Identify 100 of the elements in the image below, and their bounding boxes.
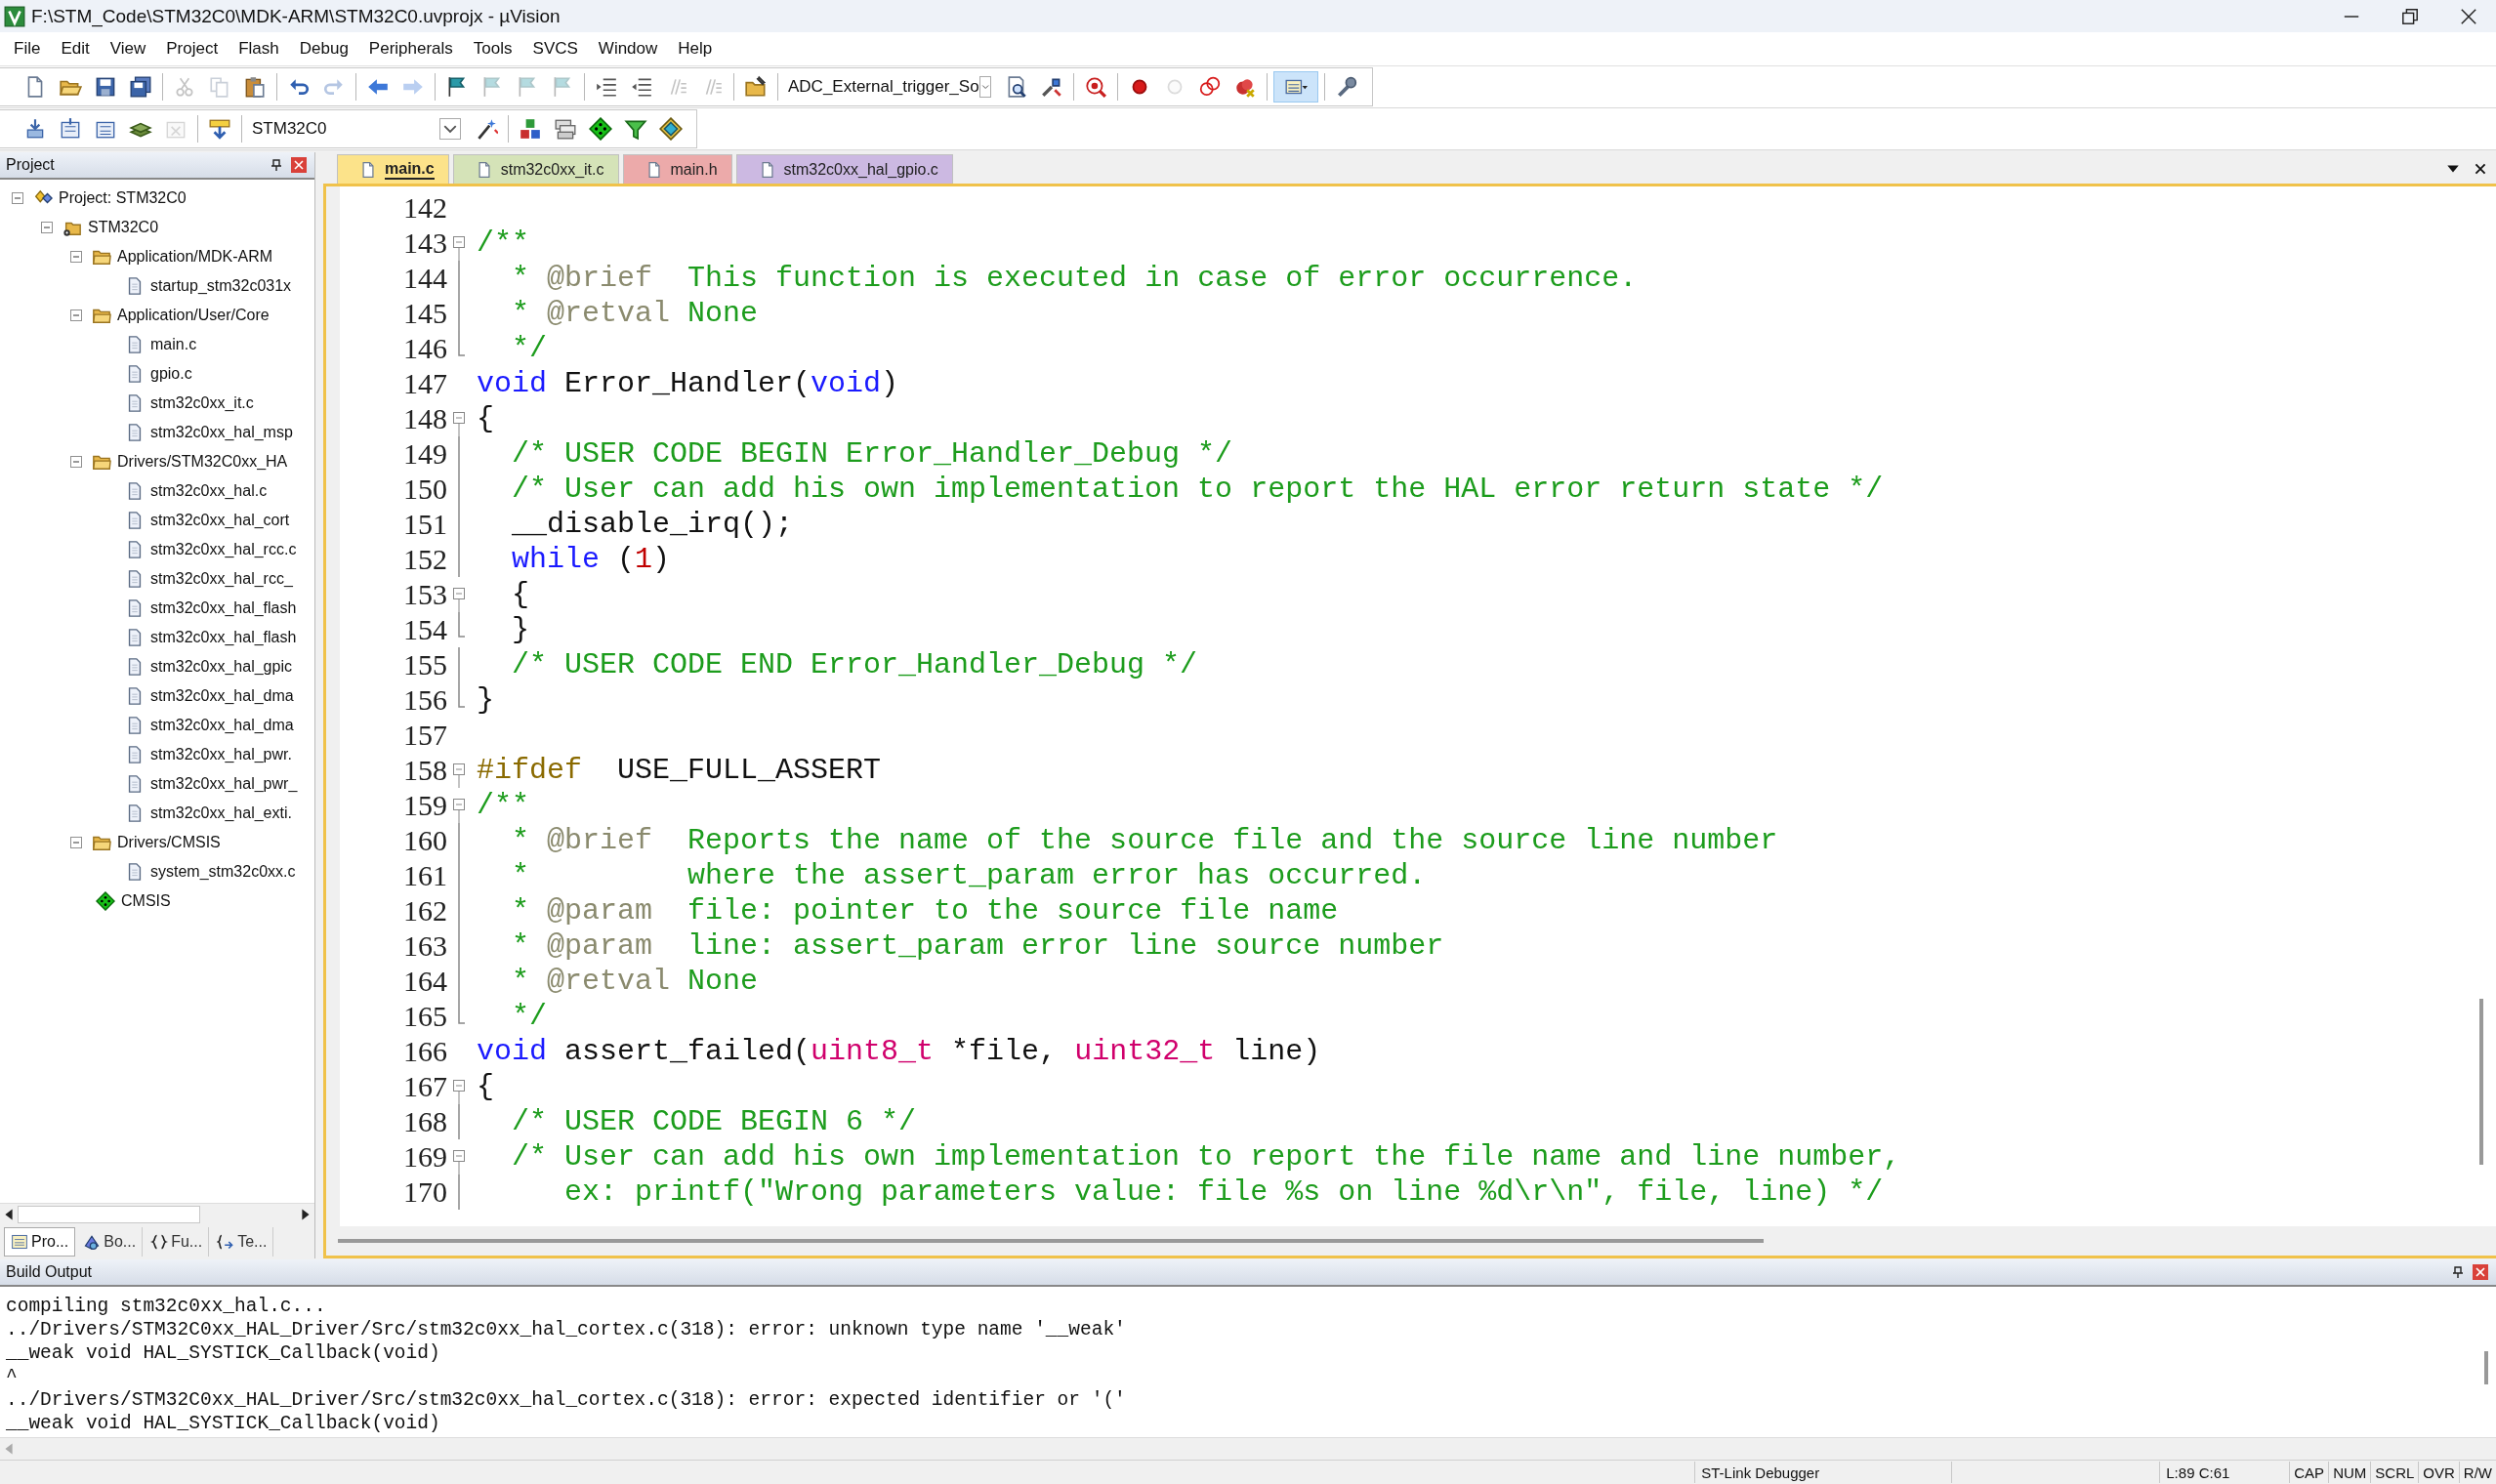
tree-item[interactable]: stm32c0xx_hal_dma (150, 717, 294, 734)
tree-item[interactable]: stm32c0xx_hal_flash (150, 629, 297, 646)
output-line: __weak void HAL_SYSTICK_Callback(void) (6, 1412, 441, 1435)
code-line: */ (511, 1000, 547, 1033)
code-line: ex: printf("Wrong parameters value: file %s on line %d\r\n", file, line) */ (563, 1175, 1884, 1209)
menu-item[interactable]: File (14, 39, 41, 59)
tree-item[interactable]: stm32c0xx_it.c (150, 394, 254, 412)
linked-circles-icon (1198, 75, 1222, 99)
floppy-disks-icon (129, 75, 152, 99)
collapse-icon[interactable] (70, 251, 82, 263)
tree-item[interactable]: Drivers/CMSIS (117, 834, 221, 851)
output-line: compiling stm32c0xx_hal.c... (6, 1295, 327, 1318)
tree-item[interactable]: stm32c0xx_hal_cort (150, 512, 290, 529)
line-number: 146 (402, 332, 447, 365)
blocks-icon (519, 117, 542, 141)
tree-item[interactable]: stm32c0xx_hal_flash (150, 599, 297, 617)
line-number: 150 (402, 473, 447, 506)
tree-item[interactable]: stm32c0xx_hal_msp (150, 424, 293, 441)
pin-icon[interactable] (270, 158, 283, 172)
tree-item[interactable]: stm32c0xx_hal_rcc.c (150, 541, 297, 558)
menu-item[interactable]: Edit (61, 39, 90, 59)
collapse-icon[interactable] (70, 309, 82, 321)
line-number: 148 (402, 402, 447, 435)
project-window-icon (11, 1233, 28, 1251)
menu-item[interactable]: View (109, 39, 146, 59)
pin-icon[interactable] (2451, 1265, 2465, 1279)
line-number: 165 (402, 1000, 447, 1033)
panel-tab[interactable]: Te... (211, 1227, 274, 1257)
file-tab[interactable]: stm32c0xx_it.c (452, 154, 619, 184)
menu-item[interactable]: Peripherals (368, 39, 453, 59)
menu-item[interactable]: Debug (299, 39, 349, 59)
build-icon (59, 117, 82, 141)
menu-item[interactable]: Window (598, 39, 658, 59)
panel-tab[interactable]: Bo... (77, 1227, 144, 1257)
menu-item[interactable]: SVCS (532, 39, 578, 59)
scrollbar-thumb[interactable] (2484, 1351, 2488, 1384)
file-tab[interactable]: main.h (622, 154, 732, 184)
tree-item[interactable]: stm32c0xx_hal_rcc_ (150, 570, 293, 588)
menu-item[interactable]: Flash (238, 39, 279, 59)
menu-item[interactable]: Help (678, 39, 713, 59)
close-icon[interactable] (2473, 161, 2488, 177)
tree-item[interactable]: Project: STM32C0 (59, 189, 187, 207)
fold-end-icon (458, 682, 465, 708)
panel-tab[interactable]: Pro... (4, 1227, 76, 1257)
tree-item[interactable]: stm32c0xx_hal_exti. (150, 804, 292, 822)
status-indicator: SCRL (2370, 1462, 2419, 1483)
scrollbar-thumb[interactable] (338, 1239, 1764, 1243)
file-tab[interactable]: main.c (337, 154, 449, 184)
line-number: 153 (402, 578, 447, 611)
code-line: } (477, 683, 494, 717)
tree-item[interactable]: stm32c0xx_hal_dma (150, 687, 294, 705)
collapse-icon[interactable] (70, 456, 82, 468)
tree-item[interactable]: stm32c0xx_hal.c (150, 482, 268, 500)
line-number: 157 (402, 719, 447, 752)
pack-icon (659, 117, 683, 141)
app-logo-icon (4, 5, 25, 27)
line-number: 170 (402, 1175, 447, 1209)
menu-item[interactable]: Project (166, 39, 219, 59)
tree-item[interactable]: stm32c0xx_hal_pwr. (150, 746, 292, 763)
line-number: 164 (402, 965, 447, 998)
clipboard-icon (243, 75, 267, 99)
tree-item[interactable]: main.c (150, 336, 197, 353)
collapse-icon[interactable] (12, 192, 23, 204)
tree-item[interactable]: STM32C0 (88, 219, 159, 236)
braces-icon (150, 1233, 169, 1251)
tree-item[interactable]: stm32c0xx_hal_pwr_ (150, 775, 298, 793)
tree-item[interactable]: Drivers/STM32C0xx_HA (117, 453, 288, 471)
code-line: */ (511, 332, 547, 365)
output-line: ../Drivers/STM32C0xx_HAL_Driver/Src/stm32c0xx_hal_cortex.c(318): error: expected identifier or '(' (6, 1388, 1127, 1412)
collapse-icon[interactable] (41, 222, 53, 233)
output-line: ^ (6, 1365, 19, 1388)
panel-tab[interactable]: Fu... (145, 1227, 210, 1257)
code-line: #ifdef USE_FULL_ASSERT (477, 754, 882, 787)
code-line: while (1) (511, 543, 671, 576)
line-number: 151 (402, 508, 447, 541)
tree-item[interactable]: stm32c0xx_hal_gpic (150, 658, 292, 676)
tree-item[interactable]: startup_stm32c031x (150, 277, 292, 295)
output-line: __weak void HAL_SYSTICK_Callback(void) (6, 1341, 441, 1365)
file-tab[interactable]: stm32c0xx_hal_gpio.c (735, 154, 953, 184)
collapse-icon[interactable] (70, 837, 82, 848)
tree-item[interactable]: gpio.c (150, 365, 192, 383)
download-icon (208, 117, 231, 141)
code-line: * @param file: pointer to the source file name (511, 894, 1339, 928)
scrollbar[interactable] (0, 1203, 314, 1225)
code-line: /* User can add his own implementation to report the file name and line number, (511, 1140, 1901, 1174)
tree-item[interactable]: CMSIS (121, 892, 171, 910)
fold-line-icon (458, 1104, 460, 1139)
fold-end-icon (458, 999, 465, 1024)
line-number: 160 (402, 824, 447, 857)
menu-item[interactable]: Tools (473, 39, 513, 59)
code-line: /* User can add his own implementation to report the HAL error return state */ (511, 473, 1884, 506)
magnifier-icon (1084, 75, 1107, 99)
code-line: /** (477, 789, 529, 822)
tree-item[interactable]: Application/User/Core (117, 307, 270, 324)
scrollbar-thumb[interactable] (2479, 999, 2483, 1165)
code-editor[interactable] (323, 184, 2496, 1258)
tree-item[interactable]: system_stm32c0xx.c (150, 863, 296, 881)
code-line: __disable_irq(); (511, 508, 794, 541)
tree-item[interactable]: Application/MDK-ARM (117, 248, 273, 266)
line-number: 155 (402, 648, 447, 681)
